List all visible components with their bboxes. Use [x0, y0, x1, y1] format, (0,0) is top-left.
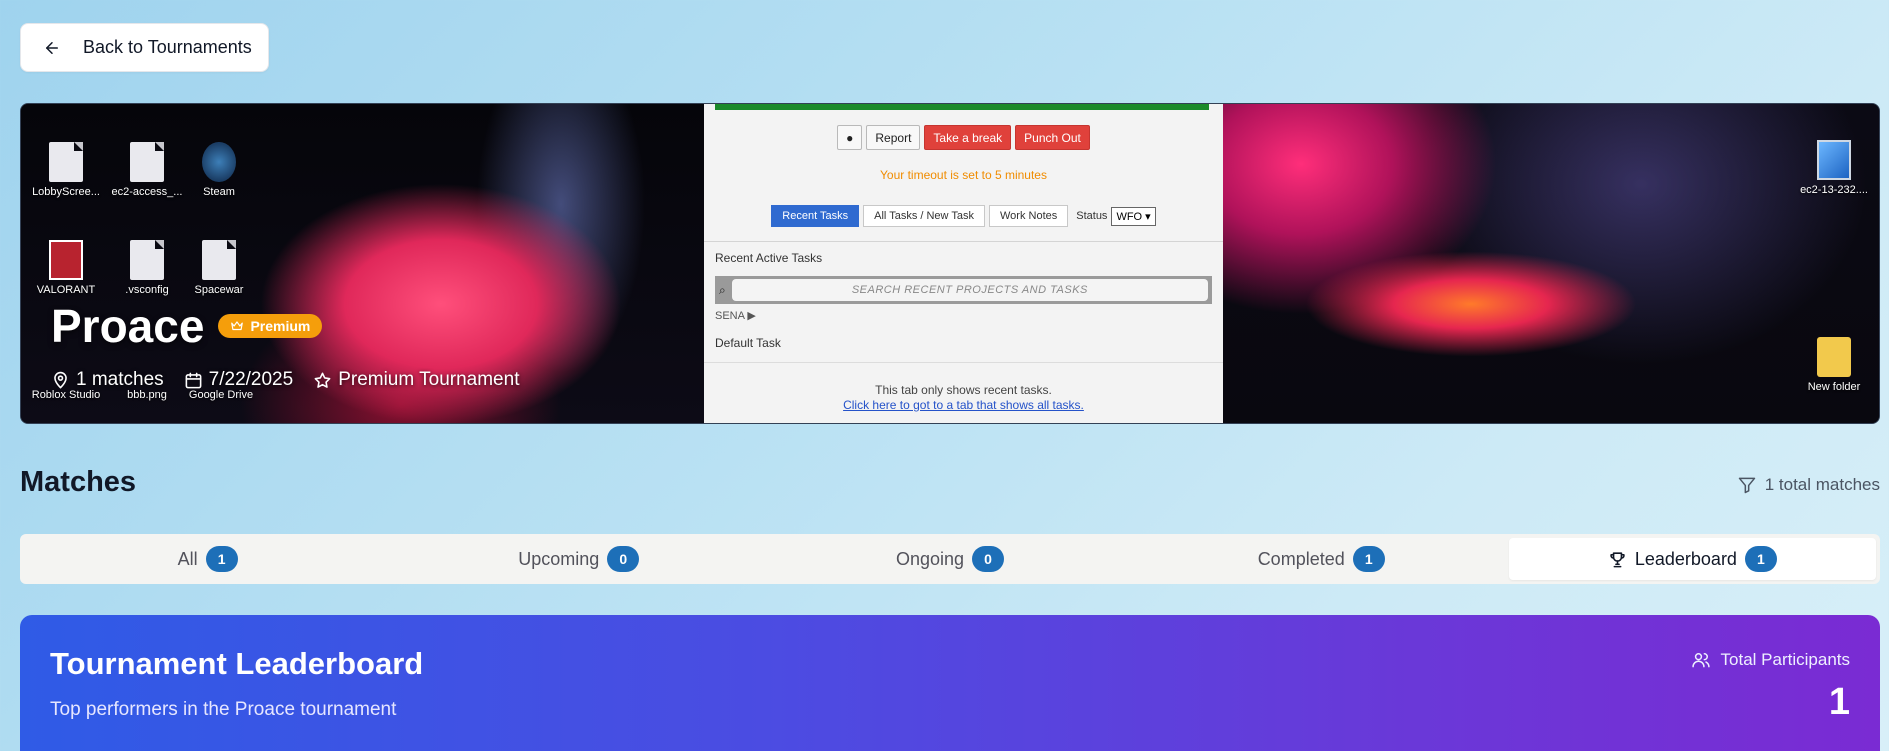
tab-upcoming[interactable]: Upcoming 0 [395, 538, 762, 580]
leaderboard-title: Tournament Leaderboard [50, 646, 424, 681]
desktop-icon-label: VALORANT [36, 284, 96, 296]
panel-link: Click here to got to a tab that shows al… [843, 398, 1084, 412]
banner-wallpaper-right [1221, 104, 1879, 423]
participants-label: Total Participants [1691, 650, 1850, 670]
tab-leaderboard[interactable]: Leaderboard 1 [1508, 538, 1877, 580]
panel-status-value: WFO [1116, 210, 1143, 223]
panel-toolbar: ● Report Take a break Punch Out [704, 125, 1223, 150]
banner-screenshot-panel: ● Report Take a break Punch Out Your tim… [704, 104, 1223, 423]
panel-status-select: WFO ▾ [1111, 206, 1156, 226]
desktop-icon-label: Spacewar [194, 284, 244, 296]
tab-count-badge: 0 [972, 546, 1005, 572]
recent-tasks-title: Recent Active Tasks [715, 251, 823, 265]
total-matches: 1 total matches [1737, 475, 1880, 495]
banner-title-row: Proace Premium [51, 299, 323, 353]
match-tabs: All 1 Upcoming 0 Ongoing 0 Completed 1 L… [20, 534, 1880, 584]
timeout-text: Your timeout is set to 5 minutes [880, 168, 1047, 182]
tab-label: Upcoming [518, 548, 600, 569]
tab-count-badge: 1 [1744, 546, 1777, 572]
panel-search-placeholder: SEARCH RECENT PROJECTS AND TASKS [731, 279, 1208, 301]
folder-icon [1817, 337, 1851, 377]
users-icon [1691, 653, 1710, 668]
task-item: Default Task [715, 336, 781, 350]
panel-status-label: Status [1076, 210, 1108, 222]
tab-all[interactable]: All 1 [24, 538, 391, 580]
steam-icon [202, 142, 236, 182]
punch-out-button: Punch Out [1015, 125, 1090, 150]
tab-count-badge: 0 [607, 546, 640, 572]
tab-label: Leaderboard [1634, 548, 1737, 569]
premium-badge-label: Premium [250, 318, 311, 334]
total-matches-label: 1 total matches [1764, 475, 1880, 494]
tournament-banner: LobbyScree... ec2-access_... Steam VALOR… [20, 103, 1880, 424]
desktop-icon-ec2-remote: ec2-13-232.... [1789, 140, 1879, 196]
banner-meta: 1 matches 7/22/2025 Premium Tournament [51, 369, 519, 391]
desktop-icon-valorant: VALORANT [21, 240, 111, 296]
filter-icon [1738, 477, 1755, 494]
report-button: Report [866, 125, 921, 150]
back-button-label: Back to Tournaments [83, 37, 252, 57]
desktop-icon-label: New folder [1807, 381, 1861, 393]
meta-type: Premium Tournament [313, 369, 519, 391]
desktop-icon-lobby: LobbyScree... [21, 142, 111, 198]
meta-matches-label: 1 matches [76, 369, 164, 390]
tournament-title: Proace [51, 300, 205, 352]
desktop-icon-label: .vsconfig [125, 284, 169, 296]
remote-desktop-icon [1817, 140, 1851, 180]
desktop-icon-steam: Steam [174, 142, 264, 198]
crown-icon [231, 321, 244, 331]
desktop-icon-label: LobbyScree... [32, 186, 100, 198]
calendar-icon [185, 372, 202, 388]
progress-bar [715, 104, 1209, 110]
file-icon [49, 142, 83, 182]
meta-type-label: Premium Tournament [338, 369, 520, 390]
tab-count-badge: 1 [205, 546, 238, 572]
desktop-icon-label: ec2-access_... [111, 186, 183, 198]
file-icon [202, 240, 236, 280]
participants-label-text: Total Participants [1720, 650, 1850, 669]
desktop-icon-spacewar: Spacewar [174, 240, 264, 296]
matches-heading: Matches [20, 466, 137, 498]
search-icon: ⌕ [719, 282, 726, 297]
leaderboard-subtitle: Top performers in the Proace tournament [50, 699, 397, 720]
arrow-left-icon [46, 41, 58, 54]
panel-tab-all: All Tasks / New Task [863, 205, 985, 227]
tab-count-badge: 1 [1352, 546, 1385, 572]
panel-search-bar: ⌕ SEARCH RECENT PROJECTS AND TASKS [715, 276, 1212, 304]
star-icon [314, 372, 331, 388]
trophy-icon [1610, 551, 1625, 567]
tab-ongoing[interactable]: Ongoing 0 [766, 538, 1133, 580]
tab-label: All [177, 548, 198, 569]
take-break-button: Take a break [924, 125, 1012, 150]
desktop-icon-new-folder: New folder [1789, 337, 1879, 393]
meta-date-label: 7/22/2025 [208, 369, 294, 390]
meta-matches: 1 matches [51, 369, 164, 391]
back-to-tournaments-button[interactable]: Back to Tournaments [20, 23, 269, 72]
file-icon [130, 142, 164, 182]
tab-label: Ongoing [895, 548, 965, 569]
valorant-icon [49, 240, 83, 280]
task-group: SENA ▶ [715, 310, 756, 322]
panel-tab-recent: Recent Tasks [771, 205, 860, 227]
tab-label: Completed [1257, 548, 1345, 569]
desktop-icon-label: Steam [203, 186, 235, 198]
tab-completed[interactable]: Completed 1 [1138, 538, 1505, 580]
panel-divider [704, 241, 1223, 242]
panel-tab-notes: Work Notes [988, 205, 1069, 227]
participants-count: 1 [1828, 681, 1850, 723]
panel-divider [704, 362, 1223, 363]
panel-note: This tab only shows recent tasks. [875, 383, 1052, 397]
premium-badge: Premium [218, 314, 323, 338]
map-pin-icon [54, 371, 67, 388]
meta-date: 7/22/2025 [184, 369, 294, 391]
file-icon [130, 240, 164, 280]
panel-tabs: Recent Tasks All Tasks / New Task Work N… [704, 205, 1223, 227]
info-icon: ● [837, 125, 863, 150]
desktop-icon-label: ec2-13-232.... [1800, 184, 1868, 196]
leaderboard-card: Tournament Leaderboard Top performers in… [20, 615, 1880, 751]
